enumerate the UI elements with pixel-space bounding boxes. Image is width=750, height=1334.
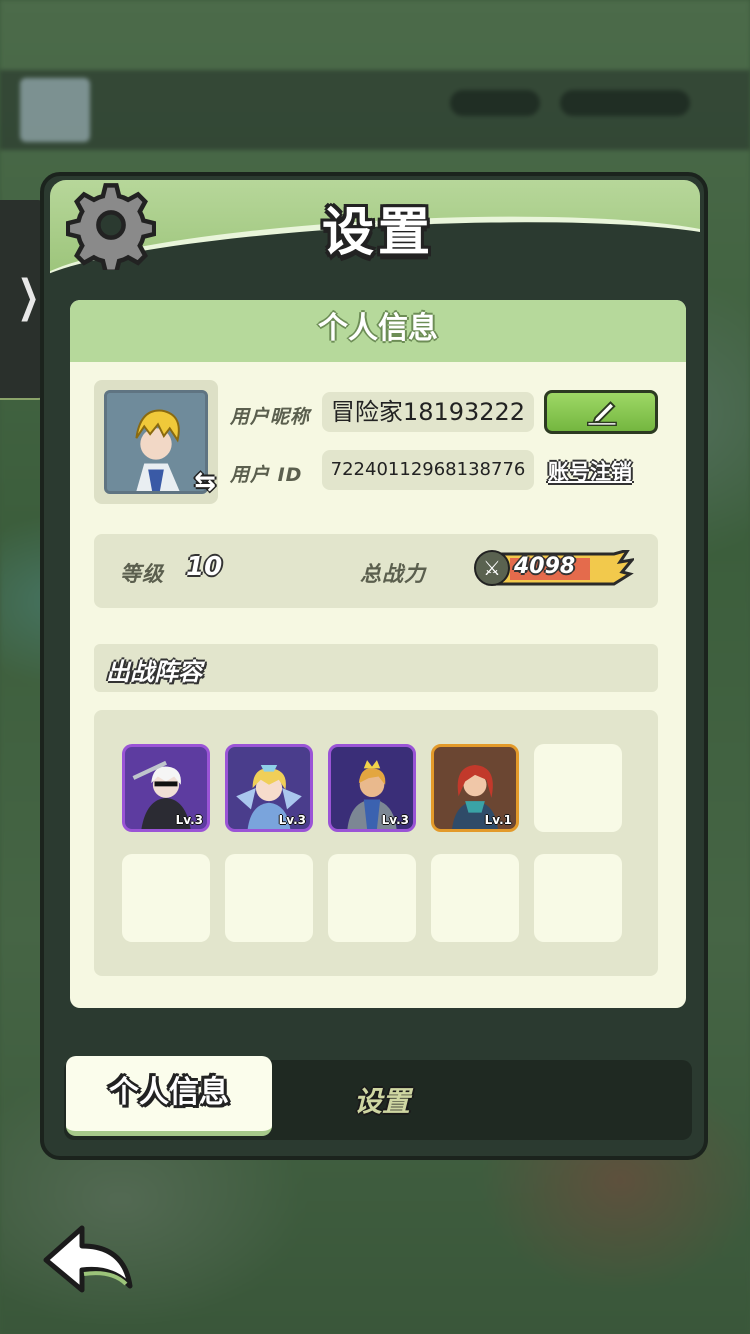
back-arrow-icon[interactable] [40, 1220, 136, 1296]
hero-level: Lv.3 [175, 813, 203, 827]
hero-slot[interactable]: Lv.3 [225, 744, 313, 832]
crossed-swords-icon: ⚔ [474, 550, 510, 586]
swap-arrow-icon: ⇆ [194, 467, 216, 497]
empty-hero-slot[interactable] [225, 854, 313, 942]
chevron-right-icon: ❯ [17, 271, 40, 322]
nickname-label: 用户昵称 [230, 406, 311, 428]
resource-gem [450, 90, 540, 116]
pencil-icon [586, 401, 617, 427]
hero-level: Lv.3 [381, 813, 409, 827]
personal-info-panel: 个人信息 ⇆ 用户昵称 冒险家18193222 用户 ID 7224011296… [70, 300, 686, 1008]
settings-dialog: 设置 个人信息 ⇆ 用户昵称 冒险家18193222 用户 ID 7224011… [40, 172, 708, 1160]
hero-slot[interactable]: Lv.3 [328, 744, 416, 832]
hero-slot[interactable]: Lv.1 [431, 744, 519, 832]
level-label: 等级 [120, 562, 164, 586]
hero-level: Lv.3 [278, 813, 306, 827]
level-value: 10 [186, 552, 223, 582]
tab-settings[interactable]: 设置 [354, 1080, 410, 1120]
lineup-title: 出战阵容 [106, 658, 202, 686]
top-resource-bar [0, 70, 750, 150]
user-id-field: 72240112968138776 [322, 450, 534, 490]
lineup-header: 出战阵容 [94, 644, 658, 692]
resource-gold [560, 90, 690, 116]
lineup-grid: Lv.3 Lv.3 Lv.3 Lv.1 [94, 710, 658, 976]
edit-nickname-button[interactable] [544, 390, 658, 434]
power-value: 4098 [514, 554, 576, 579]
empty-hero-slot[interactable] [122, 854, 210, 942]
power-label: 总战力 [360, 562, 426, 586]
gear-icon [66, 183, 156, 270]
stats-row: 等级 10 总战力 ⚔ 4098 [94, 534, 658, 608]
hero-slot[interactable]: Lv.3 [122, 744, 210, 832]
tab-personal-info[interactable]: 个人信息 [66, 1056, 272, 1136]
user-id-label: 用户 ID [230, 464, 303, 486]
nickname-field: 冒险家18193222 [322, 392, 534, 432]
empty-hero-slot[interactable] [328, 854, 416, 942]
hero-level: Lv.1 [484, 813, 512, 827]
empty-hero-slot[interactable] [431, 854, 519, 942]
account-cancel-link[interactable]: 账号注销 [548, 456, 632, 486]
power-badge: ⚔ 4098 [474, 550, 634, 588]
empty-hero-slot[interactable] [534, 744, 622, 832]
avatar-frame[interactable]: ⇆ [94, 380, 218, 504]
empty-hero-slot[interactable] [534, 854, 622, 942]
panel-title: 个人信息 [70, 300, 686, 362]
player-avatar-bg [20, 78, 90, 142]
